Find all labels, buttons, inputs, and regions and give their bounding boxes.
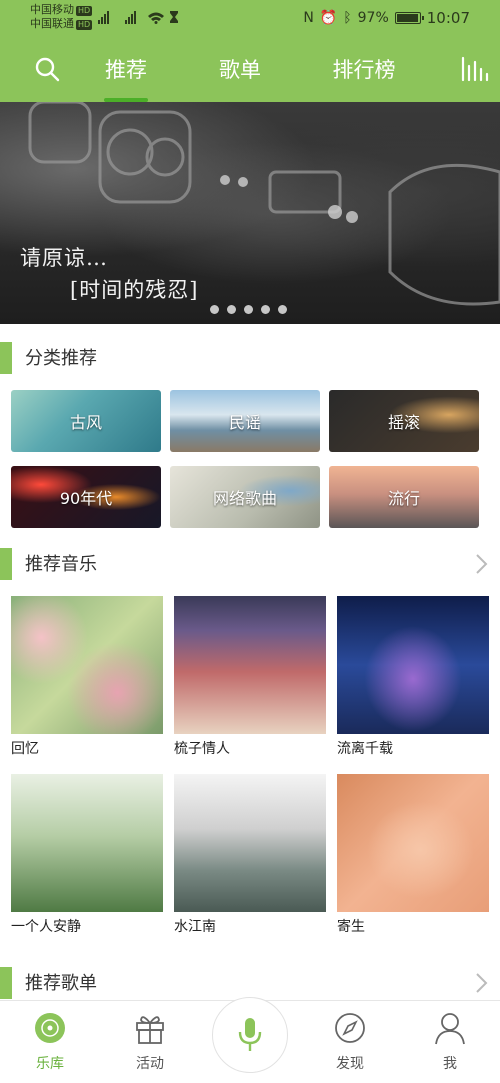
banner-carousel[interactable]: 请原谅… [时间的残忍] (0, 102, 500, 324)
section-accent-bar (0, 548, 12, 580)
carrier-info: 中国移动 HD 中国联通 HD (30, 3, 93, 31)
nav-library[interactable]: 乐库 (20, 1011, 80, 1073)
section-recommended-music: 推荐音乐 (0, 544, 500, 584)
nav-label: 我 (443, 1056, 457, 1072)
carrier-1: 中国移动 (30, 3, 74, 16)
microphone-icon (238, 1018, 262, 1051)
music-title: 寄生 (337, 919, 365, 935)
battery-icon (394, 12, 424, 24)
signal-wifi-icons (98, 11, 178, 24)
chevron-right-icon[interactable] (474, 553, 488, 575)
disc-icon (35, 1013, 65, 1043)
category-label: 摇滚 (387, 413, 420, 432)
section-categories: 分类推荐 (0, 338, 500, 378)
clock: 10:07 (426, 9, 470, 27)
banner-text-1: 请原谅… (20, 246, 108, 270)
category-tile[interactable]: 90年代 (11, 466, 161, 528)
carousel-dot[interactable] (210, 305, 219, 314)
status-bar: 中国移动 HD 中国联通 HD N ⏰ ᛒ 97% 10:07 (0, 0, 500, 36)
carousel-dot[interactable] (227, 305, 236, 314)
category-label: 网络歌曲 (212, 489, 277, 508)
nav-me[interactable]: 我 (420, 1011, 480, 1073)
equalizer-icon[interactable] (460, 54, 490, 82)
carousel-dots (210, 305, 287, 314)
bottom-nav: 乐库 活动 发现 我 (0, 997, 500, 1083)
carousel-dot[interactable] (278, 305, 287, 314)
top-nav: 推荐 歌单 排行榜 (0, 36, 500, 102)
tab-charts[interactable]: 排行榜 (331, 54, 397, 102)
voice-search-button[interactable] (212, 997, 288, 1073)
alarm-icon: ⏰ (319, 10, 338, 26)
nav-discover[interactable]: 发现 (320, 1011, 380, 1073)
section-title: 分类推荐 (25, 348, 97, 369)
category-label: 古风 (69, 413, 102, 432)
album-cover (174, 774, 326, 912)
music-card[interactable]: 流离千载 (337, 596, 489, 758)
category-label: 民谣 (228, 413, 261, 432)
category-tile[interactable]: 流行 (329, 466, 479, 528)
status-right: N ⏰ ᛒ 97% 10:07 (303, 9, 470, 27)
carousel-dot[interactable] (244, 305, 253, 314)
category-tile[interactable]: 古风 (11, 390, 161, 452)
carousel-dot[interactable] (261, 305, 270, 314)
music-card[interactable]: 一个人安静 (11, 774, 163, 936)
bluetooth-icon: ᛒ (343, 10, 352, 26)
album-cover (337, 774, 489, 912)
music-card[interactable]: 回忆 (11, 596, 163, 758)
banner-text-2: [时间的残忍] (70, 278, 199, 302)
section-accent-bar (0, 342, 12, 374)
category-tile[interactable]: 民谣 (170, 390, 320, 452)
music-title: 水江南 (174, 919, 216, 935)
music-title: 回忆 (11, 741, 39, 757)
compass-icon (335, 1013, 365, 1043)
category-label: 90年代 (59, 489, 113, 508)
category-label: 流行 (387, 489, 420, 508)
tab-playlists[interactable]: 歌单 (217, 54, 263, 102)
battery-percent: 97% (357, 10, 389, 26)
tab-recommend[interactable]: 推荐 (103, 54, 149, 102)
section-accent-bar (0, 967, 12, 999)
music-card[interactable]: 梳子情人 (174, 596, 326, 758)
carrier-2: 中国联通 (30, 17, 74, 30)
album-cover (174, 596, 326, 734)
nav-label: 发现 (336, 1056, 364, 1072)
album-cover (337, 596, 489, 734)
music-card[interactable]: 寄生 (337, 774, 489, 936)
section-title: 推荐音乐 (25, 554, 97, 575)
category-tile[interactable]: 摇滚 (329, 390, 479, 452)
music-title: 一个人安静 (11, 919, 81, 935)
nav-label: 乐库 (36, 1056, 64, 1072)
gift-icon (136, 1016, 164, 1044)
music-title: 梳子情人 (174, 741, 230, 757)
section-title: 推荐歌单 (25, 973, 97, 994)
chevron-right-icon[interactable] (474, 972, 488, 994)
nfc-icon: N (303, 10, 314, 26)
music-card[interactable]: 水江南 (174, 774, 326, 936)
nav-label: 活动 (136, 1056, 164, 1072)
category-tile[interactable]: 网络歌曲 (170, 466, 320, 528)
album-cover (11, 596, 163, 734)
album-cover (11, 774, 163, 912)
music-title: 流离千载 (337, 741, 393, 757)
search-icon[interactable] (34, 56, 60, 82)
person-icon (435, 1013, 465, 1045)
nav-activity[interactable]: 活动 (120, 1011, 180, 1073)
